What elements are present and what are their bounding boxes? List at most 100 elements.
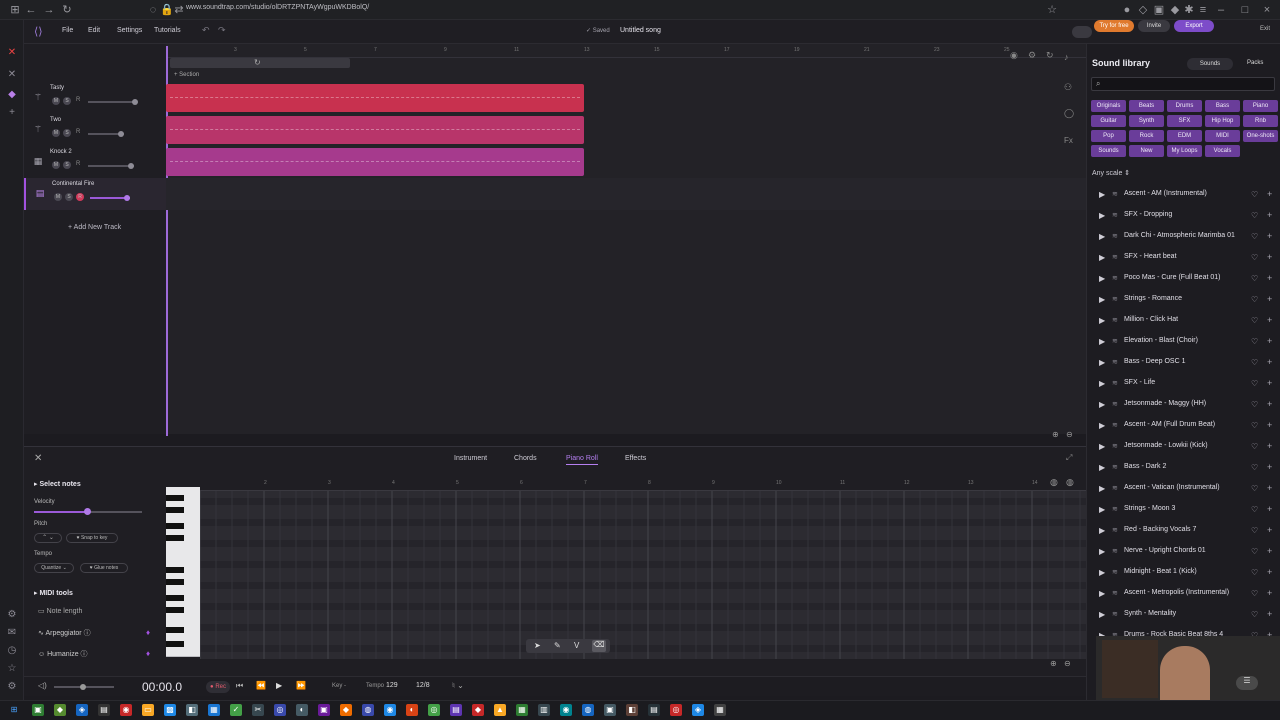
exit-button[interactable]: Exit	[1260, 26, 1270, 32]
tag-vocals[interactable]: Vocals	[1205, 145, 1240, 157]
menu-icon[interactable]: ≡	[1196, 3, 1210, 17]
heart-icon[interactable]: ♡	[1251, 358, 1258, 367]
menu-tutorials[interactable]: Tutorials	[154, 27, 181, 34]
site-settings-icon[interactable]: ⇄	[172, 3, 186, 17]
app-icon[interactable]: ◆	[54, 704, 66, 716]
play-icon[interactable]: ▶	[1099, 421, 1105, 430]
black-key[interactable]	[166, 579, 184, 585]
tab-chords[interactable]: Chords	[514, 455, 537, 462]
sound-list-item[interactable]: ▶ ≋ Poco Mas - Cure (Full Beat 01) ♡ +	[1087, 269, 1280, 289]
settings-icon[interactable]: ⚙	[5, 608, 19, 622]
add-icon[interactable]: +	[1267, 357, 1272, 367]
play-icon[interactable]: ▶	[276, 681, 282, 690]
undo-icon[interactable]: ↶	[202, 25, 210, 36]
note-length-tool[interactable]: ▭ Note length	[38, 607, 82, 615]
app-icon[interactable]: ◐	[296, 704, 308, 716]
heart-icon[interactable]: ♡	[1251, 211, 1258, 220]
snap-to-key-button[interactable]: ♥ Snap to key	[66, 533, 118, 543]
tab-effects[interactable]: Effects	[625, 455, 646, 462]
add-new-track-button[interactable]: + Add New Track	[68, 224, 121, 231]
heart-icon[interactable]: ♡	[1251, 421, 1258, 430]
sound-list-item[interactable]: ▶ ≋ Dark Chi - Atmospheric Marimba 01 ♡ +	[1087, 227, 1280, 247]
menu-settings[interactable]: Settings	[117, 27, 142, 34]
app-icon[interactable]: ▤	[98, 704, 110, 716]
tag-originals[interactable]: Originals	[1091, 100, 1126, 112]
heart-icon[interactable]: ♡	[1251, 274, 1258, 283]
piano-roll-option-icon[interactable]: ◍	[1050, 477, 1058, 488]
piano-roll-option-icon[interactable]: ◍	[1066, 477, 1074, 488]
play-icon[interactable]: ▶	[1099, 610, 1105, 619]
add-icon[interactable]: +	[1267, 315, 1272, 325]
add-icon[interactable]: +	[1267, 252, 1272, 262]
play-icon[interactable]: ▶	[1099, 358, 1105, 367]
reload-icon[interactable]: ↻	[60, 3, 74, 17]
solo-button[interactable]: S	[63, 129, 71, 137]
mute-button[interactable]: M	[52, 129, 60, 137]
black-key[interactable]	[166, 567, 184, 573]
eraser-tool-icon[interactable]: ⌫	[592, 640, 606, 652]
add-icon[interactable]: +	[1267, 504, 1272, 514]
add-icon[interactable]: +	[1267, 609, 1272, 619]
track-name[interactable]: Knock 2	[50, 149, 72, 155]
extensions-icon[interactable]: ✱	[1182, 3, 1196, 17]
quantize-dropdown[interactable]: Quantize ⌄	[34, 563, 74, 573]
folder-icon[interactable]: ▭	[142, 704, 154, 716]
bookmark-star-icon[interactable]: ☆	[1045, 3, 1059, 17]
sounds-tab[interactable]: Sounds	[1187, 58, 1233, 70]
x-icon[interactable]: ✕	[5, 68, 19, 82]
add-icon[interactable]: +	[1267, 420, 1272, 430]
volume-slider[interactable]	[90, 195, 130, 201]
heart-icon[interactable]: ♡	[1251, 379, 1258, 388]
app-icon[interactable]: ▣	[318, 704, 330, 716]
record-arm-button[interactable]: R	[76, 193, 84, 201]
sound-list-item[interactable]: ▶ ≋ Midnight - Beat 1 (Kick) ♡ +	[1087, 563, 1280, 583]
sound-list-item[interactable]: ▶ ≋ Bass - Dark 2 ♡ +	[1087, 458, 1280, 478]
add-icon[interactable]: +	[1267, 294, 1272, 304]
pitch-stepper[interactable]: ⌃ ⌄	[34, 533, 62, 543]
heart-icon[interactable]: ♡	[1251, 295, 1258, 304]
tuner-icon[interactable]: ♮ ⌄	[452, 681, 464, 690]
play-icon[interactable]: ▶	[1099, 337, 1105, 346]
extension-icon[interactable]: ◇	[1136, 3, 1150, 17]
black-key[interactable]	[166, 535, 184, 541]
song-title[interactable]: Untitled song	[620, 27, 661, 34]
tag-midi[interactable]: MIDI	[1205, 130, 1240, 142]
sound-list-item[interactable]: ▶ ≋ Ascent - AM (Full Drum Beat) ♡ +	[1087, 416, 1280, 436]
heart-icon[interactable]: ♡	[1251, 463, 1258, 472]
sound-list-item[interactable]: ▶ ≋ Jetsonmade - Maggy (HH) ♡ +	[1087, 395, 1280, 415]
app-icon[interactable]: ◐	[406, 704, 418, 716]
play-icon[interactable]: ▶	[1099, 589, 1105, 598]
skip-back-icon[interactable]: ⏮	[236, 681, 243, 691]
tag-edm[interactable]: EDM	[1167, 130, 1202, 142]
zoom-in-icon[interactable]: ⊕	[1050, 659, 1057, 668]
play-icon[interactable]: ▶	[1099, 211, 1105, 220]
sound-list-item[interactable]: ▶ ≋ SFX - Dropping ♡ +	[1087, 206, 1280, 226]
pencil-tool-icon[interactable]: ✎	[554, 641, 561, 650]
add-icon[interactable]: +	[1267, 483, 1272, 493]
expand-icon[interactable]: ⤢	[1066, 453, 1072, 463]
loop-region[interactable]: ↻	[170, 58, 350, 68]
tag-hiphop[interactable]: Hip Hop	[1205, 115, 1240, 127]
add-icon[interactable]: +	[1267, 567, 1272, 577]
empty-lane[interactable]	[166, 178, 1086, 210]
spotify-icon[interactable]: ◎	[428, 704, 440, 716]
black-key[interactable]	[166, 627, 184, 633]
app-icon[interactable]: ◍	[362, 704, 374, 716]
play-icon[interactable]: ▶	[1099, 568, 1105, 577]
extension-icon[interactable]: ●	[1120, 3, 1134, 17]
record-arm-button[interactable]: R	[76, 161, 80, 167]
scale-filter[interactable]: Any scale ⇕	[1092, 169, 1130, 177]
add-icon[interactable]: +	[1267, 462, 1272, 472]
play-icon[interactable]: ▶	[1099, 505, 1105, 514]
sound-list-item[interactable]: ▶ ≋ Bass - Deep OSC 1 ♡ +	[1087, 353, 1280, 373]
gear-icon[interactable]: ⚙	[1028, 50, 1036, 61]
close-window-icon[interactable]: ×	[1260, 3, 1274, 17]
sound-list-item[interactable]: ▶ ≋ Synth - Mentality ♡ +	[1087, 605, 1280, 625]
add-icon[interactable]: +	[5, 106, 19, 120]
sound-list-item[interactable]: ▶ ≋ Strings - Moon 3 ♡ +	[1087, 500, 1280, 520]
play-icon[interactable]: ▶	[1099, 463, 1105, 472]
search-input[interactable]: ⌕	[1091, 77, 1275, 91]
app-icon[interactable]: ◧	[186, 704, 198, 716]
collaboration-icon[interactable]: ⚇	[1064, 82, 1072, 93]
app-icon[interactable]: ◍	[582, 704, 594, 716]
